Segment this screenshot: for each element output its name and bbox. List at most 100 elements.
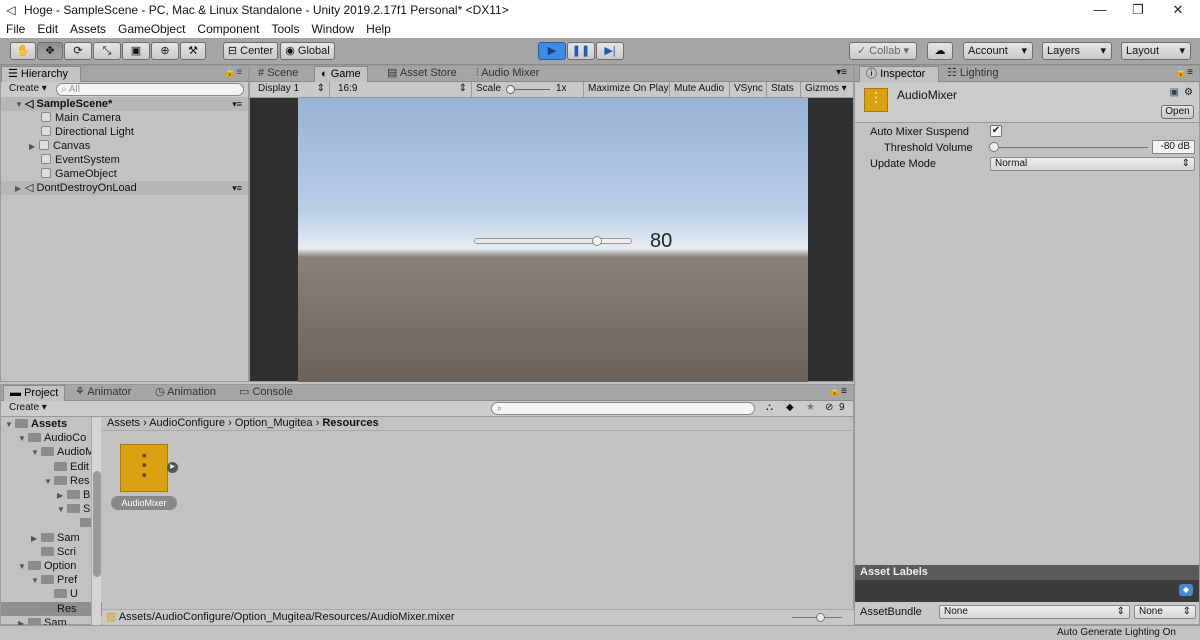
menu-edit[interactable]: Edit: [31, 22, 64, 36]
menu-gameobject[interactable]: GameObject: [112, 22, 191, 36]
assetbundle-dropdown[interactable]: None ⇕: [939, 605, 1130, 619]
tree-scrollbar[interactable]: [91, 417, 101, 625]
scene-row[interactable]: ▼ ◁ SampleScene* ▾≡: [1, 97, 248, 111]
tree-folder-row[interactable]: ▶ B: [1, 488, 102, 502]
pivot-global-button[interactable]: ◉ Global: [280, 42, 335, 60]
tab-animator[interactable]: ⚘ Animator: [69, 385, 137, 401]
assetbundle-variant-dropdown[interactable]: None ⇕: [1134, 605, 1196, 619]
aspect-dropdown[interactable]: 16:9 ⇕: [332, 82, 472, 97]
tree-folder-row[interactable]: Scri: [1, 545, 102, 559]
tree-folder-row[interactable]: Res: [1, 601, 102, 616]
filter-by-label-icon[interactable]: ◆: [786, 402, 794, 413]
threshold-slider-thumb[interactable]: [989, 142, 999, 152]
tree-folder-row[interactable]: Edit: [1, 460, 102, 474]
tree-folder-row[interactable]: ▶ Sam: [1, 531, 102, 545]
maximize-on-play-toggle[interactable]: Maximize On Play: [583, 82, 673, 97]
dontdestroy-row[interactable]: ▶ ◁ DontDestroyOnLoad ▾≡: [1, 181, 248, 195]
tab-inspector[interactable]: ⓘ Inspector: [859, 66, 939, 82]
menu-window[interactable]: Window: [305, 22, 360, 36]
scale-tool-icon[interactable]: ⤡: [93, 42, 121, 60]
expanded-arrow-icon[interactable]: ▼: [18, 560, 28, 574]
breadcrumb-resources[interactable]: Resources: [322, 417, 378, 429]
filter-by-type-icon[interactable]: ⛬: [766, 402, 773, 413]
expanded-arrow-icon[interactable]: ▼: [31, 446, 41, 460]
tree-folder-row[interactable]: ▼ S: [1, 502, 102, 516]
play-button[interactable]: ▶: [538, 42, 566, 60]
favorite-star-icon[interactable]: ★: [806, 402, 815, 413]
hierarchy-item-eventsystem[interactable]: EventSystem: [1, 153, 248, 167]
breadcrumb-option-mugitea[interactable]: Option_Mugitea: [235, 417, 313, 429]
expanded-arrow-icon[interactable]: ▼: [57, 503, 67, 517]
lock-icon[interactable]: 🔒≡: [1175, 67, 1193, 78]
transform-tool-icon[interactable]: ⊕: [151, 42, 179, 60]
close-button[interactable]: ✕: [1156, 0, 1200, 20]
game-viewport[interactable]: 80: [298, 98, 808, 382]
tab-project[interactable]: ▬ Project: [3, 385, 66, 401]
tab-game[interactable]: ◐ Game: [314, 66, 368, 82]
menu-icon[interactable]: ▾≡: [836, 67, 847, 78]
threshold-slider-track[interactable]: [990, 147, 1148, 148]
menu-icon[interactable]: ▾≡: [232, 97, 242, 111]
hand-tool-icon[interactable]: ✋: [10, 42, 36, 60]
tree-folder-row[interactable]: ▼ Res: [1, 474, 102, 488]
project-create-dropdown[interactable]: Create ▾: [9, 402, 47, 413]
hierarchy-item-directional-light[interactable]: Directional Light: [1, 125, 248, 139]
rect-tool-icon[interactable]: ▣: [122, 42, 150, 60]
lock-icon[interactable]: 🔒≡: [224, 67, 242, 78]
lock-icon[interactable]: 🔒≡: [829, 386, 847, 397]
auto-mixer-suspend-checkbox[interactable]: ✔: [990, 125, 1002, 137]
scale-slider-thumb[interactable]: [506, 85, 515, 94]
tab-scene[interactable]: # Scene: [252, 66, 304, 82]
collapsed-arrow-icon[interactable]: ▶: [31, 532, 41, 546]
breadcrumb-assets[interactable]: Assets: [107, 417, 140, 429]
create-dropdown[interactable]: Create ▾: [9, 83, 47, 94]
tree-folder-row[interactable]: ▶ Sam: [1, 616, 102, 625]
audiomixer-asset[interactable]: ⫶ ▶ AudioMixer: [111, 442, 178, 512]
tab-lighting[interactable]: ☷ Lighting: [941, 66, 1004, 82]
collapsed-arrow-icon[interactable]: ▶: [57, 489, 67, 503]
custom-tool-icon[interactable]: ⚒: [180, 42, 206, 60]
vsync-toggle[interactable]: VSync: [729, 82, 767, 97]
layers-dropdown[interactable]: Layers ▾: [1042, 42, 1112, 60]
help-icon[interactable]: ▣: [1170, 87, 1179, 98]
icon-size-slider-thumb[interactable]: [816, 613, 825, 622]
display-dropdown[interactable]: Display 1 ⇕: [250, 82, 330, 97]
menu-assets[interactable]: Assets: [64, 22, 112, 36]
expanded-arrow-icon[interactable]: ▼: [44, 475, 54, 489]
open-button[interactable]: Open: [1161, 105, 1194, 119]
step-button[interactable]: ▶|: [596, 42, 624, 60]
pause-button[interactable]: ❚❚: [567, 42, 595, 60]
update-mode-dropdown[interactable]: Normal ⇕: [990, 157, 1195, 171]
volume-slider-track[interactable]: [474, 236, 632, 246]
breadcrumb-audioconfigure[interactable]: AudioConfigure: [149, 417, 225, 429]
volume-slider-handle[interactable]: [591, 236, 602, 246]
mute-audio-toggle[interactable]: Mute Audio: [669, 82, 728, 97]
threshold-value-field[interactable]: -80 dB: [1152, 140, 1195, 154]
gear-icon[interactable]: ⚙: [1184, 87, 1193, 98]
tree-folder-row[interactable]: ▼ AudioCo: [1, 431, 102, 445]
tab-animation[interactable]: ◷ Animation: [149, 385, 222, 401]
hierarchy-item-gameobject[interactable]: GameObject: [1, 167, 248, 181]
tab-asset-store[interactable]: ▤ Asset Store: [381, 66, 463, 82]
gizmos-dropdown[interactable]: Gizmos ▾: [800, 82, 852, 97]
tree-folder-row[interactable]: ▼ Option: [1, 559, 102, 573]
tree-folder-row[interactable]: ▼ Assets: [1, 417, 102, 431]
hierarchy-item-canvas[interactable]: ▶ Canvas: [1, 139, 248, 153]
menu-icon[interactable]: ▾≡: [232, 181, 242, 195]
cloud-icon[interactable]: ☁: [927, 42, 953, 60]
maximize-button[interactable]: ❐: [1116, 0, 1160, 20]
collapsed-arrow-icon[interactable]: ▶: [18, 617, 28, 625]
expanded-arrow-icon[interactable]: ▼: [18, 432, 28, 446]
menu-component[interactable]: Component: [191, 22, 265, 36]
rotate-tool-icon[interactable]: ⟳: [64, 42, 92, 60]
move-tool-icon[interactable]: ✥: [37, 42, 63, 60]
collab-button[interactable]: ✓ Collab ▾: [849, 42, 917, 60]
expanded-arrow-icon[interactable]: ▼: [31, 574, 41, 588]
expand-arrow-icon[interactable]: ▶: [167, 462, 178, 473]
project-search-input[interactable]: ⌕: [491, 402, 755, 415]
tab-audio-mixer[interactable]: ⫶ Audio Mixer: [470, 66, 545, 82]
tree-folder-row[interactable]: ▼ Pref: [1, 573, 102, 587]
tab-console[interactable]: ▭ Console: [233, 385, 299, 401]
layout-dropdown[interactable]: Layout ▾: [1121, 42, 1191, 60]
hierarchy-item-main-camera[interactable]: Main Camera: [1, 111, 248, 125]
